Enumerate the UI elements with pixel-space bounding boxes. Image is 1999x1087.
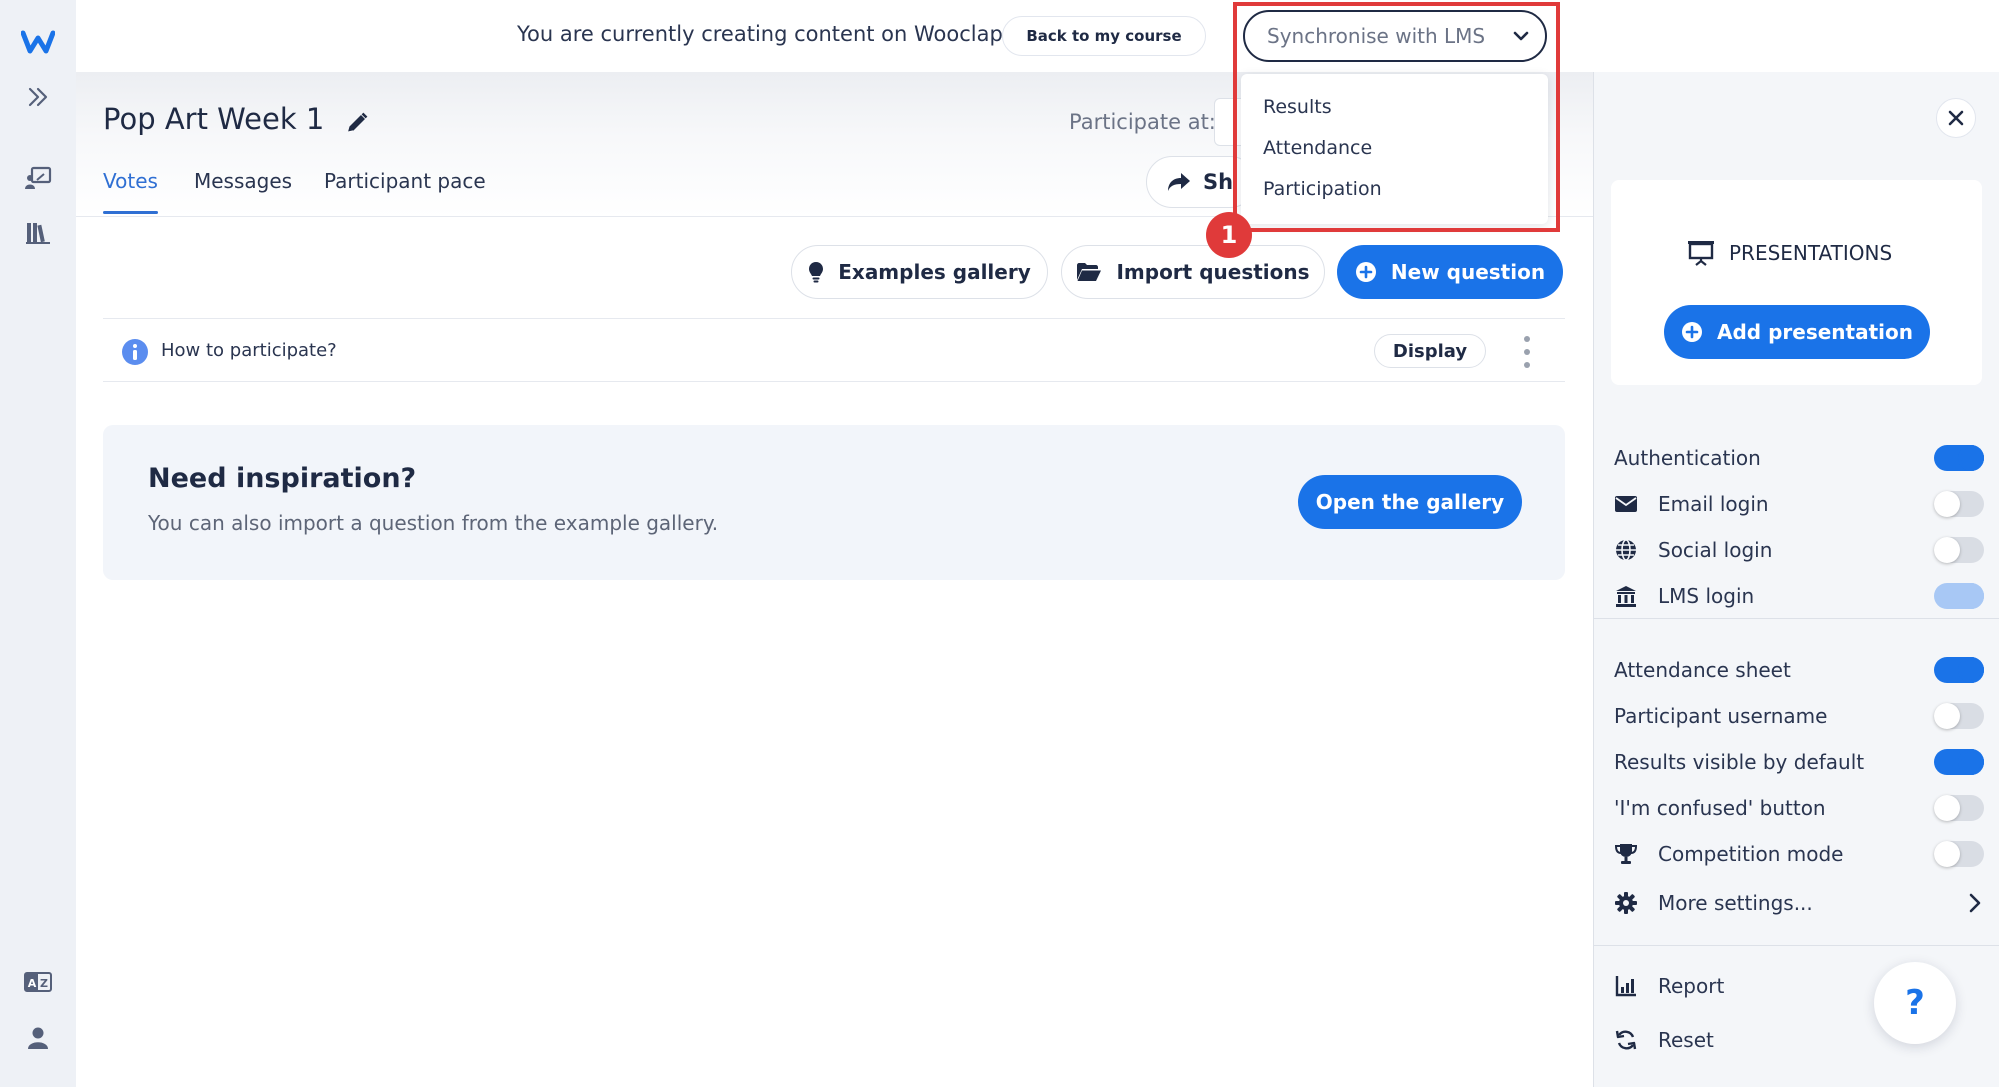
participate-at-label: Participate at:: [1069, 110, 1216, 134]
tab-votes[interactable]: Votes: [103, 169, 158, 217]
inspiration-subtitle: You can also import a question from the …: [148, 511, 719, 535]
share-label: Sh: [1203, 170, 1234, 194]
institution-icon: [1614, 584, 1638, 608]
open-gallery-button[interactable]: Open the gallery: [1298, 475, 1522, 529]
examples-gallery-label: Examples gallery: [838, 260, 1031, 284]
new-question-label: New question: [1390, 260, 1546, 284]
more-options-icon[interactable]: [1516, 332, 1538, 372]
attendance-sheet-toggle[interactable]: [1934, 657, 1984, 683]
setting-label: Attendance sheet: [1614, 658, 1791, 682]
presentations-heading: PRESENTATIONS: [1687, 240, 1892, 266]
setting-label: Results visible by default: [1614, 750, 1865, 774]
wooclap-logo[interactable]: [18, 22, 58, 62]
reset-arrows-icon: [1614, 1028, 1638, 1052]
results-visible-toggle[interactable]: [1934, 749, 1984, 775]
setting-attendance-sheet: Attendance sheet: [1614, 652, 1984, 688]
highlight-box: [1233, 2, 1560, 232]
social-login-toggle[interactable]: [1934, 537, 1984, 563]
plus-circle-icon: [1682, 322, 1702, 342]
inspiration-title: Need inspiration?: [148, 463, 417, 494]
close-panel-icon[interactable]: [1936, 98, 1976, 138]
edit-title-pencil-icon[interactable]: [340, 106, 374, 140]
step-badge: 1: [1206, 212, 1252, 258]
lms-login-toggle[interactable]: [1934, 583, 1984, 609]
envelope-icon: [1614, 492, 1638, 516]
presenter-icon[interactable]: [18, 158, 58, 198]
back-to-course-button[interactable]: Back to my course: [1002, 16, 1206, 56]
left-rail: AZ: [0, 0, 76, 1087]
tab-messages[interactable]: Messages: [194, 169, 292, 217]
report-chart-icon: [1614, 974, 1638, 998]
setting-lms-login: LMS login: [1614, 578, 1984, 614]
share-arrow-icon: [1168, 173, 1190, 191]
setting-results-visible: Results visible by default: [1614, 744, 1984, 780]
expand-sidebar-icon[interactable]: [18, 77, 58, 117]
tab-participant-pace[interactable]: Participant pace: [324, 169, 486, 217]
email-login-toggle[interactable]: [1934, 491, 1984, 517]
setting-label: 'I'm confused' button: [1614, 796, 1826, 820]
inspiration-card: Need inspiration? You can also import a …: [103, 425, 1565, 580]
svg-text:A: A: [28, 977, 37, 990]
gear-icon: [1614, 891, 1638, 915]
setting-competition-mode: Competition mode: [1614, 836, 1984, 872]
trophy-icon: [1614, 842, 1638, 866]
new-question-button[interactable]: New question: [1337, 245, 1563, 299]
setting-label: Participant username: [1614, 704, 1828, 728]
svg-text:Z: Z: [40, 977, 48, 990]
setting-label: Authentication: [1614, 446, 1761, 470]
chevron-right-icon: [1969, 893, 1981, 913]
participant-username-toggle[interactable]: [1934, 703, 1984, 729]
setting-email-login: Email login: [1614, 486, 1984, 522]
panel-divider-bottom: [1593, 945, 1999, 946]
import-questions-button[interactable]: Import questions: [1061, 245, 1325, 299]
add-presentation-label: Add presentation: [1717, 320, 1913, 344]
import-questions-label: Import questions: [1116, 260, 1310, 284]
user-profile-icon[interactable]: [18, 1018, 58, 1058]
add-presentation-button[interactable]: Add presentation: [1664, 305, 1930, 359]
globe-icon: [1614, 538, 1638, 562]
row-divider-bottom: [103, 381, 1565, 382]
authentication-toggle[interactable]: [1934, 445, 1984, 471]
setting-participant-username: Participant username: [1614, 698, 1984, 734]
more-settings-label: More settings...: [1658, 891, 1813, 915]
display-button[interactable]: Display: [1374, 334, 1486, 368]
presentations-title: PRESENTATIONS: [1729, 241, 1893, 265]
panel-divider: [1593, 618, 1999, 619]
presentations-card: PRESENTATIONS Add presentation: [1611, 180, 1982, 385]
examples-gallery-button[interactable]: Examples gallery: [791, 245, 1048, 299]
help-button[interactable]: ?: [1874, 962, 1956, 1044]
language-icon[interactable]: AZ: [18, 962, 58, 1002]
setting-social-login: Social login: [1614, 532, 1984, 568]
presentation-screen-icon: [1688, 241, 1714, 266]
setting-im-confused: 'I'm confused' button: [1614, 790, 1984, 826]
how-to-participate-text[interactable]: How to participate?: [161, 340, 337, 361]
info-icon: [122, 339, 148, 365]
plus-circle-icon: [1355, 262, 1376, 282]
more-settings-row[interactable]: More settings...: [1614, 885, 1984, 921]
library-icon[interactable]: [18, 212, 58, 252]
im-confused-toggle[interactable]: [1934, 795, 1984, 821]
lightbulb-icon: [809, 262, 824, 283]
competition-mode-toggle[interactable]: [1934, 841, 1984, 867]
row-divider-top: [103, 318, 1565, 319]
folder-open-icon: [1077, 263, 1102, 281]
top-banner: You are currently creating content on Wo…: [76, 0, 1999, 72]
banner-message: You are currently creating content on Wo…: [517, 22, 1010, 46]
setting-authentication: Authentication: [1614, 440, 1984, 476]
page-title: Pop Art Week 1: [103, 102, 325, 136]
